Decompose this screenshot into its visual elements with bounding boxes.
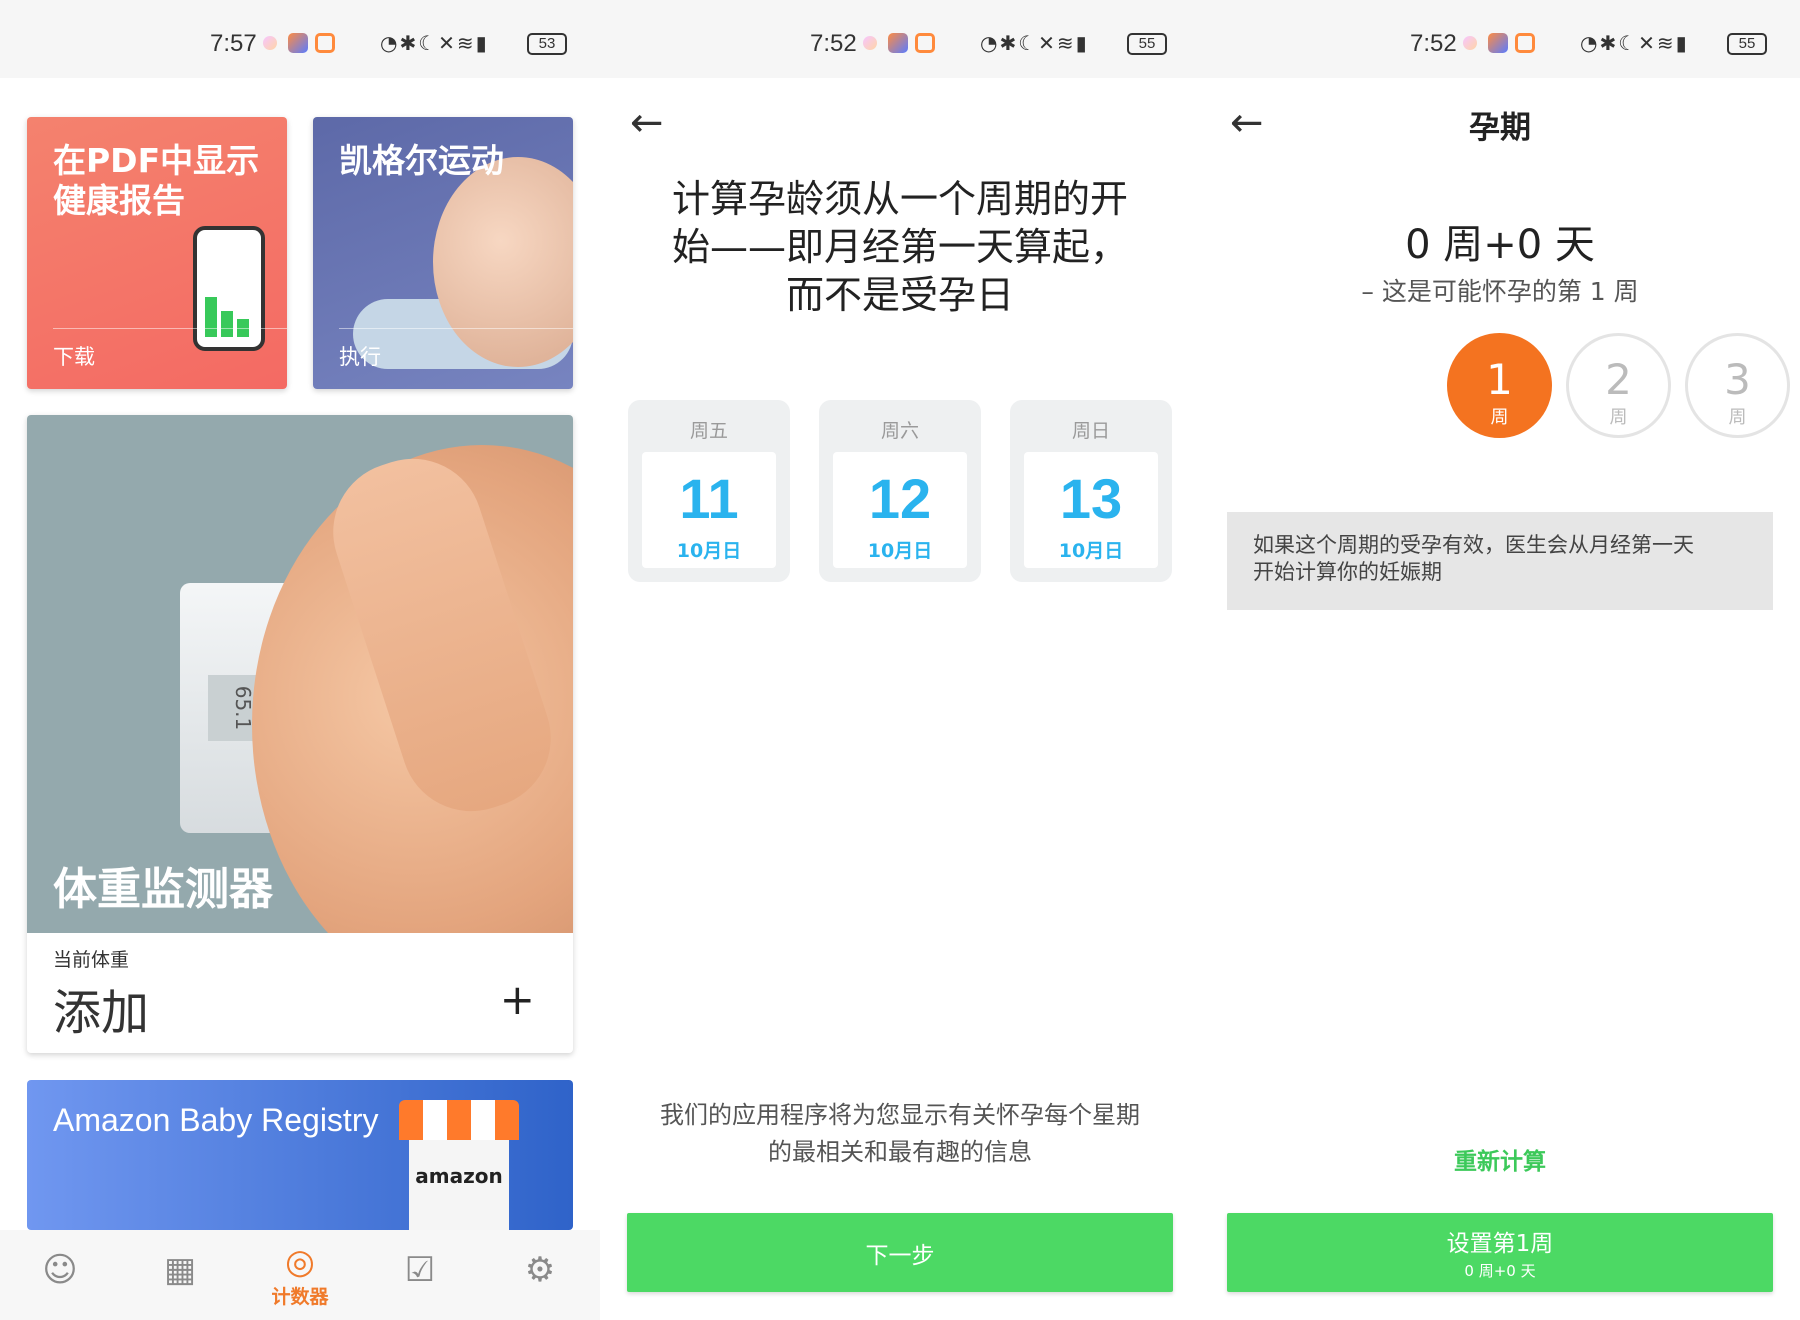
divider <box>53 328 287 329</box>
weight-card-title: 体重监测器 <box>53 864 273 915</box>
pregnancy-week-screen: 7:52 ◔✱☾✕≋▮ 55 ← 孕期 0 周+0 天 – 这是可能怀孕的第 1… <box>1200 0 1800 1320</box>
info-text: 我们的应用程序将为您显示有关怀孕每个星期 的最相关和最有趣的信息 <box>660 1101 1140 1166</box>
current-weight-label: 当前体重 <box>53 949 130 971</box>
month-label: 10月日 <box>676 540 742 562</box>
set-week-sublabel: 0 周+0 天 <box>1464 1262 1536 1280</box>
divider <box>339 328 573 329</box>
weight-monitor-card[interactable]: 65.1 体重监测器 当前体重 添加 + <box>27 415 573 1053</box>
month-label: 10月日 <box>867 540 933 562</box>
week-unit: 周 <box>1609 406 1628 428</box>
calendar-icon: ▦ <box>163 1250 197 1290</box>
app-notification-icon <box>863 36 877 50</box>
amazon-logo: amazon <box>409 1140 509 1230</box>
app-notification-icon <box>263 36 277 50</box>
current-weight-value: 添加 <box>53 985 150 1041</box>
next-button[interactable]: 下一步 <box>627 1213 1173 1292</box>
tab-calendar[interactable]: ▦ <box>120 1230 240 1320</box>
week-number: 3 <box>1724 354 1751 404</box>
day-number: 12 <box>868 467 932 530</box>
amazon-registry-card[interactable]: Amazon Baby Registry amazon <box>27 1080 573 1230</box>
set-week-button[interactable]: 设置第1周 0 周+0 天 <box>1227 1213 1773 1292</box>
app-notification-icon <box>288 33 308 53</box>
execute-link[interactable]: 执行 <box>339 341 381 371</box>
checklist-icon: ☑ <box>404 1250 436 1290</box>
battery-icon: 55 <box>1727 33 1767 55</box>
system-status-icons: ◔✱☾✕≋▮ <box>1580 31 1689 55</box>
weekday-label: 周五 <box>689 420 728 442</box>
kegel-exercise-card[interactable]: 凯格尔运动 执行 <box>313 117 573 389</box>
week-number: 1 <box>1486 354 1513 404</box>
date-box: 11 10月日 <box>642 452 776 568</box>
recalculate-link[interactable]: 重新计算 <box>1200 1142 1800 1176</box>
status-bar: 7:52 ◔✱☾✕≋▮ 55 <box>1200 0 1800 78</box>
week-number: 2 <box>1605 354 1632 404</box>
app-notification-icon <box>1463 36 1477 50</box>
pregnancy-description: – 这是可能怀孕的第 1 周 <box>1361 277 1639 306</box>
home-screen: 7:57 ◔✱☾✕≋▮ 53 在PDF中显示 健康报告 下载 凯格尔运动 执行 <box>0 0 600 1320</box>
app-notification-icon <box>1488 33 1508 53</box>
battery-icon: 53 <box>527 33 567 55</box>
app-notification-icon <box>315 33 335 53</box>
status-time: 7:52 <box>1410 30 1457 57</box>
page-title: 孕期 <box>1469 110 1531 146</box>
month-label: 10月日 <box>1058 540 1124 562</box>
date-box: 12 10月日 <box>833 452 967 568</box>
set-week-label: 设置第1周 <box>1446 1231 1554 1257</box>
settings-icon: ⚙ <box>524 1250 556 1290</box>
pdf-card-title: 在PDF中显示 健康报告 <box>53 141 260 220</box>
date-box: 13 10月日 <box>1024 452 1158 568</box>
status-time: 7:57 <box>210 30 257 57</box>
tab-counter[interactable]: ◎ 计数器 <box>240 1230 360 1320</box>
day-number: 11 <box>679 467 739 530</box>
back-arrow-icon[interactable]: ← <box>630 100 664 146</box>
download-link[interactable]: 下载 <box>53 341 95 371</box>
week-option-3[interactable]: 3 周 <box>1685 333 1790 438</box>
date-card[interactable]: 周五 11 10月日 <box>628 400 790 582</box>
app-notification-icon <box>1515 33 1535 53</box>
week-option-1[interactable]: 1 周 <box>1447 333 1552 438</box>
store-awning-icon <box>399 1100 519 1140</box>
status-time: 7:52 <box>810 30 857 57</box>
system-status-icons: ◔✱☾✕≋▮ <box>380 31 489 55</box>
date-card[interactable]: 周日 13 10月日 <box>1010 400 1172 582</box>
next-button-label: 下一步 <box>865 1242 935 1269</box>
phone-illustration <box>193 226 265 351</box>
add-weight-button[interactable]: + <box>500 975 535 1024</box>
system-status-icons: ◔✱☾✕≋▮ <box>980 31 1089 55</box>
status-bar: 7:52 ◔✱☾✕≋▮ 55 <box>600 0 1200 78</box>
tab-checklist[interactable]: ☑ <box>360 1230 480 1320</box>
counter-icon: ◎ <box>285 1242 315 1282</box>
bottom-tab-bar: ☺ ▦ ◎ 计数器 ☑ ⚙ <box>0 1230 600 1320</box>
pregnancy-duration: 0 周+0 天 <box>1405 222 1595 268</box>
tab-baby[interactable]: ☺ <box>0 1230 120 1320</box>
page-heading: 计算孕龄须从一个周期的开 始——即月经第一天算起， 而不是受孕日 <box>671 177 1128 317</box>
battery-icon: 55 <box>1127 33 1167 55</box>
cycle-start-screen: 7:52 ◔✱☾✕≋▮ 55 ← 计算孕龄须从一个周期的开 始——即月经第一天算… <box>600 0 1200 1320</box>
week-option-2[interactable]: 2 周 <box>1566 333 1671 438</box>
status-bar: 7:57 ◔✱☾✕≋▮ 53 <box>0 0 600 78</box>
weekday-label: 周日 <box>1071 420 1110 442</box>
baby-face-icon: ☺ <box>42 1250 78 1290</box>
week-unit: 周 <box>1728 406 1747 428</box>
day-number: 13 <box>1059 467 1123 530</box>
tab-settings[interactable]: ⚙ <box>480 1230 600 1320</box>
weekday-label: 周六 <box>880 420 919 442</box>
app-notification-icon <box>915 33 935 53</box>
info-note: 如果这个周期的受孕有效，医生会从月经第一天 开始计算你的妊娠期 <box>1227 512 1773 610</box>
date-card[interactable]: 周六 12 10月日 <box>819 400 981 582</box>
weight-illustration: 65.1 体重监测器 <box>27 415 573 933</box>
amazon-card-title: Amazon Baby Registry <box>53 1102 379 1138</box>
tab-counter-label: 计数器 <box>271 1286 329 1308</box>
app-notification-icon <box>888 33 908 53</box>
week-unit: 周 <box>1490 406 1509 428</box>
kegel-card-title: 凯格尔运动 <box>339 141 504 180</box>
pdf-report-card[interactable]: 在PDF中显示 健康报告 下载 <box>27 117 287 389</box>
